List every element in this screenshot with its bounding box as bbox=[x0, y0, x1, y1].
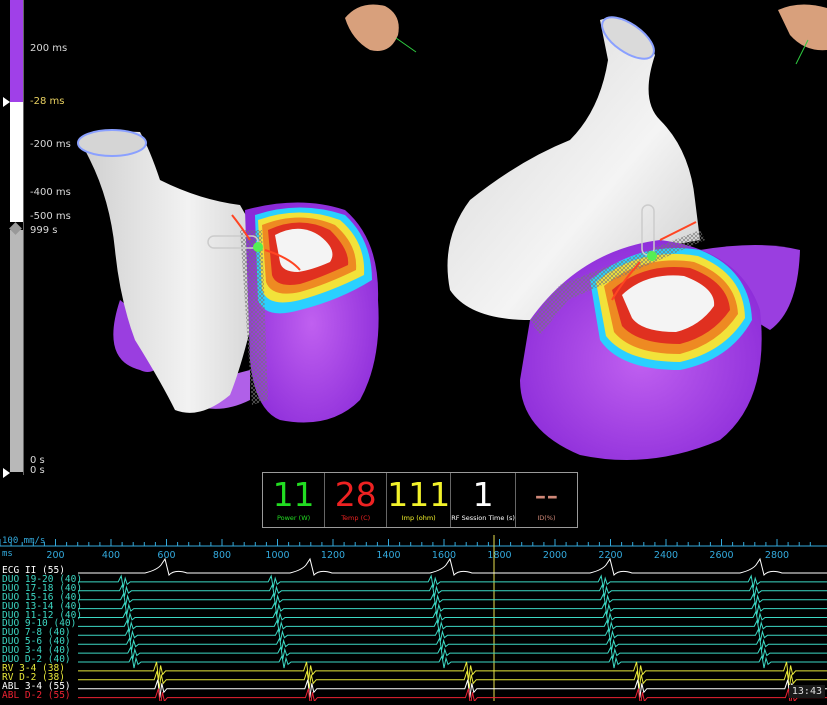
sweep-speed: 100 mm/s bbox=[2, 536, 46, 546]
channel-trace bbox=[78, 609, 827, 624]
lat-color-scale[interactable]: 200 ms -28 ms -200 ms -400 ms -500 ms 99… bbox=[0, 0, 80, 490]
scale-label-neg500: -500 ms bbox=[30, 211, 71, 222]
channel-trace bbox=[78, 627, 827, 642]
scale-gray-segment bbox=[10, 230, 23, 472]
anatomy-render bbox=[77, 4, 827, 460]
channel-trace bbox=[78, 679, 827, 698]
scale-label-neg200: -200 ms bbox=[30, 139, 71, 150]
channel-trace bbox=[78, 583, 827, 597]
channel-trace bbox=[78, 618, 827, 633]
session-time-label: RF Session Time (s) bbox=[451, 514, 515, 522]
timeline-tick-label: 1000 bbox=[265, 550, 289, 561]
scale-marker-lower: 999 s bbox=[30, 225, 58, 236]
scale-bottom-label-2: 0 s bbox=[30, 465, 45, 476]
timeline-tick-label: 1600 bbox=[432, 550, 456, 561]
session-time-value: 1 bbox=[472, 475, 494, 514]
scale-purple-segment bbox=[10, 0, 23, 102]
timeline-tick-label: 800 bbox=[213, 550, 231, 561]
timeline-tick-label: 1200 bbox=[321, 550, 345, 561]
timeline-tick-label: 2400 bbox=[654, 550, 678, 561]
scale-label-200: 200 ms bbox=[30, 43, 68, 54]
clock-display: 13:43 bbox=[788, 685, 825, 698]
electrogram-strip[interactable]: 200 400 600 800 1000 1200 1400 1600 1800 2000 2200… bbox=[0, 535, 827, 705]
scale-label-neg400: -400 ms bbox=[30, 187, 71, 198]
orientation-head-right bbox=[778, 4, 827, 65]
map-viewport[interactable] bbox=[0, 0, 827, 535]
channel-trace bbox=[78, 661, 827, 680]
channel-trace bbox=[78, 601, 827, 615]
scale-white-segment bbox=[10, 102, 23, 222]
timeline-tick-label: 200 bbox=[46, 550, 64, 561]
channel-trace bbox=[78, 654, 827, 669]
channel-label: ABL D-2 (55) bbox=[2, 689, 71, 701]
id-value: -- bbox=[534, 475, 559, 514]
channel-trace bbox=[78, 688, 827, 705]
ecg-traces: 200 400 600 800 1000 1200 1400 1600 1800 2000 2200… bbox=[0, 535, 827, 705]
id-cell: -- ID(%) bbox=[516, 473, 577, 527]
session-time-cell: 1 RF Session Time (s) bbox=[451, 473, 516, 527]
power-label: Power (W) bbox=[276, 514, 311, 522]
time-unit: ms bbox=[2, 549, 13, 559]
timeline-tick-label: 1400 bbox=[376, 550, 400, 561]
channel-trace bbox=[78, 645, 827, 660]
channel-trace bbox=[78, 670, 827, 689]
temp-cell: 28 Temp (C) bbox=[325, 473, 388, 527]
impedance-cell: 111 Imp (ohm) bbox=[387, 473, 452, 527]
id-label: ID(%) bbox=[537, 514, 556, 522]
orientation-head-left bbox=[345, 4, 417, 53]
left-heart-model[interactable] bbox=[77, 129, 379, 423]
impedance-label: Imp (ohm) bbox=[401, 514, 436, 522]
scale-ticks bbox=[23, 0, 24, 475]
temp-value: 28 bbox=[334, 475, 377, 514]
timeline-tick-label: 2800 bbox=[765, 550, 789, 561]
timeline-tick-label: 1800 bbox=[487, 550, 511, 561]
timeline-tick-label: 2000 bbox=[543, 550, 567, 561]
channel-trace bbox=[78, 592, 827, 606]
timeline-tick-label: 2600 bbox=[709, 550, 733, 561]
impedance-value: 111 bbox=[387, 475, 451, 514]
scale-upper-handle[interactable] bbox=[3, 97, 10, 107]
channel-trace bbox=[78, 557, 827, 576]
temp-label: Temp (C) bbox=[341, 514, 371, 522]
scale-marker-upper: -28 ms bbox=[30, 96, 65, 107]
scale-bottom-handle[interactable] bbox=[3, 468, 10, 478]
power-value: 11 bbox=[272, 475, 315, 514]
timeline-tick-label: 600 bbox=[157, 550, 175, 561]
timeline-tick-label: 400 bbox=[102, 550, 120, 561]
rf-status-panel: 11 Power (W) 28 Temp (C) 111 Imp (ohm) 1… bbox=[262, 472, 578, 528]
channel-trace bbox=[78, 636, 827, 651]
right-heart-model[interactable] bbox=[447, 9, 801, 460]
power-cell: 11 Power (W) bbox=[263, 473, 326, 527]
channel-trace bbox=[78, 574, 827, 589]
